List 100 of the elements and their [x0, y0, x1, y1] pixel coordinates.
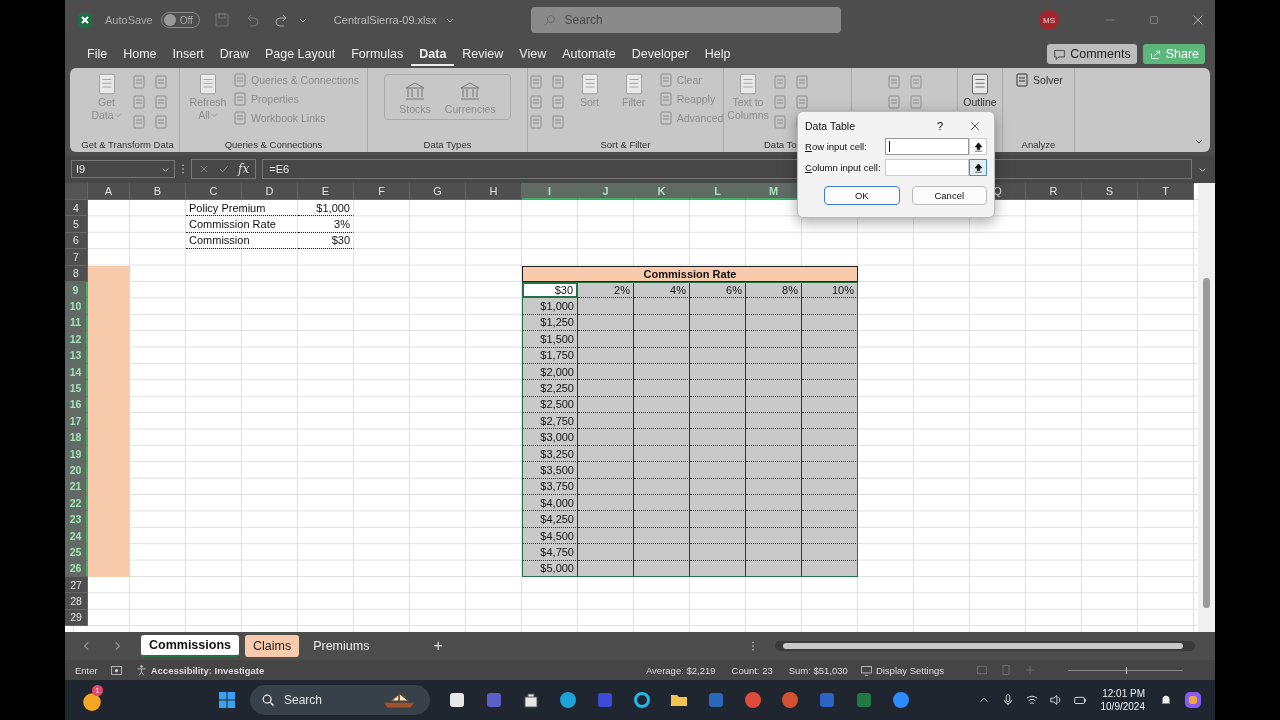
- restore-icon[interactable]: [1147, 13, 1161, 27]
- bell-icon[interactable]: [1159, 693, 1173, 707]
- table-cell: [634, 331, 690, 348]
- more-icon[interactable]: [181, 163, 185, 175]
- input-field[interactable]: [885, 138, 969, 155]
- app-icon[interactable]: [595, 690, 615, 710]
- row-header[interactable]: 20: [65, 462, 88, 479]
- menu-tab[interactable]: Developer: [623, 42, 697, 66]
- user-avatar[interactable]: MS: [1039, 10, 1059, 30]
- horizontal-scrollbar[interactable]: [775, 641, 1195, 651]
- clock[interactable]: 12:01 PM 10/9/2024: [1100, 687, 1145, 713]
- edge-icon[interactable]: [558, 690, 578, 710]
- windows-start-icon[interactable]: [217, 690, 237, 710]
- ribbon-button[interactable]: Outline: [960, 72, 1000, 109]
- taskbar-search-field[interactable]: Search: [250, 685, 430, 715]
- column-header[interactable]: F: [354, 183, 410, 200]
- copilot-icon[interactable]: [1183, 690, 1203, 710]
- menu-tab[interactable]: Help: [696, 42, 739, 66]
- page-break-icon[interactable]: [1024, 664, 1036, 676]
- menu-tab[interactable]: Insert: [164, 42, 212, 66]
- excel-icon[interactable]: [854, 690, 874, 710]
- ribbon-button[interactable]: Solver: [1014, 72, 1063, 88]
- table-cell: [634, 380, 690, 397]
- sheet-tab[interactable]: Claims: [244, 635, 300, 657]
- column-header[interactable]: S: [1082, 183, 1138, 200]
- column-header[interactable]: D: [242, 183, 298, 200]
- insert-function-button[interactable]: fx: [238, 162, 250, 176]
- close-icon[interactable]: [969, 120, 981, 132]
- column-header[interactable]: C: [186, 183, 242, 200]
- vertical-scrollbar[interactable]: [1198, 183, 1215, 632]
- column-header[interactable]: J: [578, 183, 634, 200]
- more-icon[interactable]: [751, 640, 755, 652]
- row-header[interactable]: 7: [65, 249, 88, 266]
- row-header[interactable]: 23: [65, 511, 88, 528]
- save-icon[interactable]: [213, 12, 230, 28]
- row-header[interactable]: 22: [65, 495, 88, 512]
- cancel-button[interactable]: Cancel: [911, 186, 987, 205]
- row-header[interactable]: 28: [65, 593, 88, 610]
- column-header[interactable]: L: [690, 183, 746, 200]
- column-header[interactable]: G: [410, 183, 466, 200]
- column-header[interactable]: R: [1026, 183, 1082, 200]
- menu-tab[interactable]: Home: [115, 42, 165, 66]
- column-header[interactable]: E: [298, 183, 354, 200]
- menu-tab[interactable]: View: [511, 42, 555, 66]
- menu-tab[interactable]: File: [79, 42, 116, 66]
- collapse-dialog-button[interactable]: [969, 159, 987, 176]
- menu-tab[interactable]: Draw: [211, 42, 257, 66]
- display-settings-button[interactable]: Display Settings: [859, 663, 944, 677]
- column-header[interactable]: B: [130, 183, 186, 200]
- sheet-tab[interactable]: Premiums: [305, 635, 378, 657]
- page-layout-icon[interactable]: [1000, 664, 1012, 676]
- menu-tab[interactable]: Formulas: [343, 42, 412, 66]
- chrome-icon[interactable]: [743, 690, 763, 710]
- word-icon[interactable]: [817, 690, 837, 710]
- check-icon[interactable]: [218, 163, 230, 175]
- normal-view-icon[interactable]: [976, 664, 988, 676]
- column-header[interactable]: A: [88, 183, 130, 200]
- file-name[interactable]: CentralSierra-09.xlsx: [333, 14, 437, 26]
- macro-icon[interactable]: [109, 663, 123, 677]
- wifi-icon[interactable]: [1024, 693, 1039, 707]
- column-header[interactable]: T: [1138, 183, 1194, 200]
- column-header[interactable]: H: [466, 183, 522, 200]
- powerpoint-icon[interactable]: [780, 690, 800, 710]
- input-value: $30: [298, 232, 354, 250]
- terminal-icon[interactable]: [706, 690, 726, 710]
- row-header[interactable]: 18: [65, 429, 88, 446]
- speaker-icon[interactable]: [1048, 693, 1063, 707]
- row-header[interactable]: 12: [65, 331, 88, 348]
- menu-tab[interactable]: Review: [454, 42, 512, 66]
- menu-tab[interactable]: Page Layout: [256, 42, 344, 66]
- row-header[interactable]: 15: [65, 380, 88, 397]
- teams-icon[interactable]: [484, 690, 504, 710]
- row-header[interactable]: 10: [65, 298, 88, 315]
- sun-icon[interactable]: [81, 690, 103, 712]
- cancel-icon[interactable]: [198, 163, 210, 175]
- menu-tab[interactable]: Data: [411, 42, 455, 66]
- row-header[interactable]: 4: [65, 200, 88, 217]
- add-sheet-button[interactable]: +: [433, 637, 443, 655]
- ribbon-group-label: Data Types: [423, 139, 472, 150]
- column-header[interactable]: K: [634, 183, 690, 200]
- table-cell: $4,250: [522, 511, 578, 528]
- name-box[interactable]: I9: [71, 160, 175, 178]
- sheet-tab[interactable]: Commissions: [141, 635, 239, 657]
- accessibility-button[interactable]: Accessibility: Investigate: [134, 663, 265, 677]
- input-field[interactable]: [885, 159, 969, 176]
- ring-icon[interactable]: [632, 690, 652, 710]
- help-button[interactable]: ?: [936, 120, 943, 132]
- row-header[interactable]: 5: [65, 216, 88, 233]
- comments-button[interactable]: Comments: [1047, 44, 1137, 64]
- ok-button[interactable]: OK: [824, 186, 900, 205]
- search-field[interactable]: Search: [530, 7, 841, 33]
- store-icon[interactable]: [521, 690, 541, 710]
- column-header[interactable]: I: [522, 183, 578, 200]
- task-view-icon[interactable]: [447, 690, 467, 710]
- close-icon[interactable]: [1191, 13, 1205, 27]
- menu-tab[interactable]: Automate: [554, 42, 624, 66]
- video-app-icon[interactable]: [891, 690, 911, 710]
- row-header[interactable]: 25: [65, 544, 88, 561]
- collapse-dialog-button[interactable]: [969, 138, 987, 155]
- row-header[interactable]: 17: [65, 413, 88, 430]
